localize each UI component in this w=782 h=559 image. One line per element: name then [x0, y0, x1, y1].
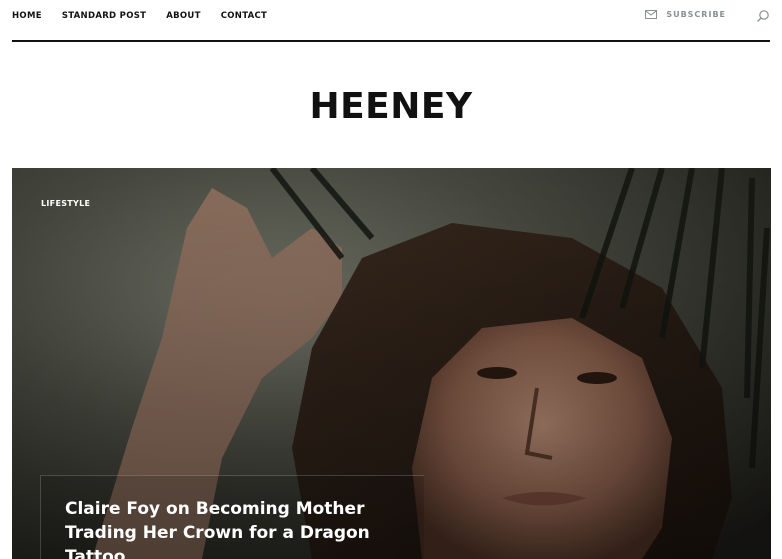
- nav-item-home[interactable]: HOME: [12, 11, 42, 21]
- nav-item-contact[interactable]: CONTACT: [221, 11, 267, 21]
- mail-icon: [645, 10, 658, 19]
- featured-post[interactable]: LIFESTYLE Claire Foy on Becoming Mother …: [12, 168, 771, 559]
- post-headline[interactable]: Claire Foy on Becoming Mother Trading He…: [65, 497, 425, 559]
- nav-item-standard-post[interactable]: STANDARD POST: [62, 11, 146, 21]
- subscribe-link[interactable]: SUBSCRIBE: [645, 10, 726, 19]
- header-divider: [12, 40, 770, 42]
- top-navigation-bar: HOME STANDARD POST ABOUT CONTACT SUBSCRI…: [12, 0, 770, 34]
- primary-nav: HOME STANDARD POST ABOUT CONTACT: [12, 11, 267, 21]
- nav-item-about[interactable]: ABOUT: [166, 11, 200, 21]
- subscribe-label: SUBSCRIBE: [666, 10, 726, 19]
- site-logo[interactable]: HEENEY: [0, 86, 782, 127]
- category-label[interactable]: LIFESTYLE: [41, 199, 90, 208]
- search-icon[interactable]: [756, 9, 770, 23]
